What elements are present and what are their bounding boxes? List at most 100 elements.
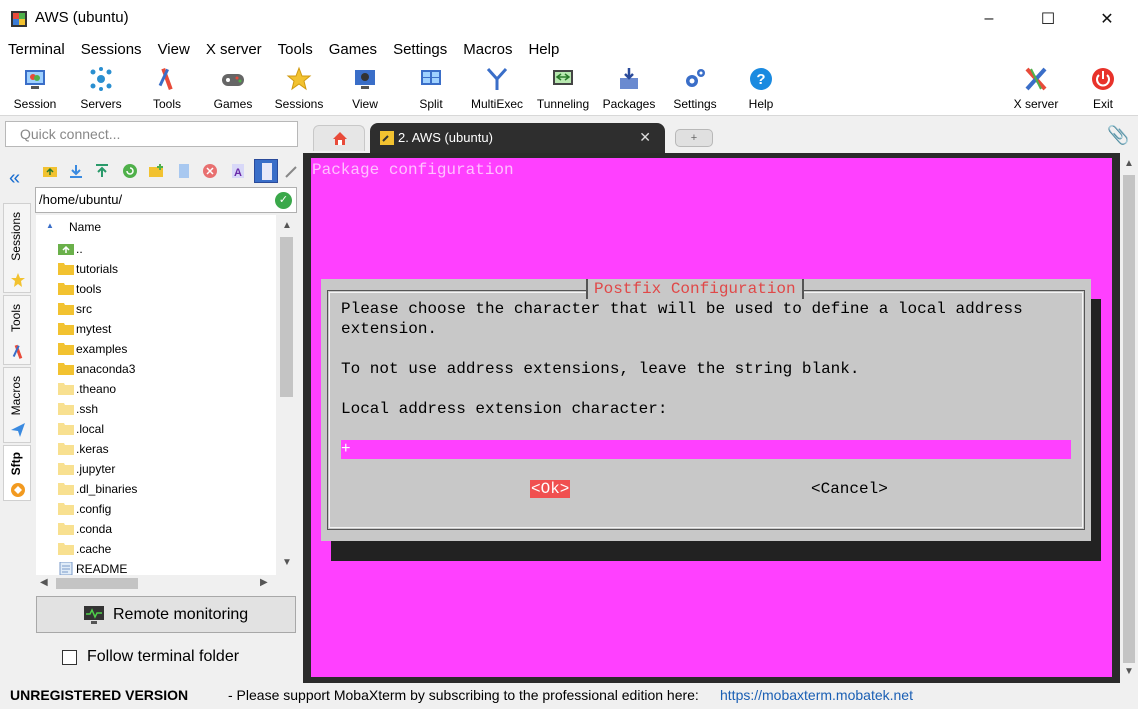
side-tabs: « Sessions Tools Macros Sftp	[0, 153, 34, 683]
tunneling-button[interactable]: Tunneling	[530, 66, 596, 114]
file-row[interactable]: .theano	[36, 379, 276, 399]
file-name: .theano	[76, 382, 117, 396]
refresh-icon[interactable]	[122, 163, 138, 179]
sftp-path-input[interactable]: /home/ubuntu/ ✓	[35, 187, 297, 213]
file-row[interactable]: .conda	[36, 519, 276, 539]
menu-x-server[interactable]: X server	[198, 38, 270, 62]
session-button[interactable]: Session	[2, 66, 68, 114]
terminal-scroll-up-icon[interactable]: ▲	[1124, 158, 1134, 169]
new-folder-icon[interactable]	[148, 163, 164, 179]
menu-macros[interactable]: Macros	[455, 38, 520, 62]
collapse-sidebar-icon[interactable]: «	[9, 167, 20, 190]
edit-wand-icon[interactable]	[284, 163, 300, 179]
file-name: .config	[76, 502, 112, 516]
menu-help[interactable]: Help	[520, 38, 567, 62]
cancel-button[interactable]: <Cancel>	[811, 480, 888, 498]
menu-games[interactable]: Games	[321, 38, 385, 62]
scroll-thumb-horizontal[interactable]	[56, 578, 138, 589]
menu-tools[interactable]: Tools	[270, 38, 321, 62]
split-button[interactable]: Split	[398, 66, 464, 114]
file-row[interactable]: README	[36, 559, 276, 575]
servers-button[interactable]: Servers	[68, 66, 134, 114]
mobaxterm-link[interactable]: https://mobaxterm.mobatek.net	[720, 687, 913, 703]
file-list-vertical-scrollbar[interactable]: ▲ ▼	[277, 215, 296, 575]
scroll-thumb[interactable]	[280, 237, 293, 397]
file-row[interactable]: anaconda3	[36, 359, 276, 379]
minimize-button[interactable]: –	[966, 0, 1012, 38]
dialog-text-line-3: To not use address extensions, leave the…	[341, 360, 860, 378]
side-tab-sessions[interactable]: Sessions	[3, 203, 31, 293]
file-row[interactable]: tools	[36, 279, 276, 299]
terminal-screen[interactable]: Package configuration Postfix Configurat…	[311, 158, 1112, 677]
tab-aws-ubuntu[interactable]: 2. AWS (ubuntu) ✕	[370, 123, 665, 153]
file-row[interactable]: tutorials	[36, 259, 276, 279]
folder-icon	[58, 502, 74, 515]
file-row[interactable]: .local	[36, 419, 276, 439]
menu-sessions[interactable]: Sessions	[73, 38, 150, 62]
side-tab-macros[interactable]: Macros	[3, 367, 31, 443]
packages-button[interactable]: Packages	[596, 66, 662, 114]
tools-button[interactable]: Tools	[134, 66, 200, 114]
file-row[interactable]: .config	[36, 499, 276, 519]
file-list-horizontal-scrollbar[interactable]: ◀ ▶	[36, 575, 276, 592]
download-icon[interactable]	[68, 163, 84, 179]
file-name: src	[76, 302, 92, 316]
file-row[interactable]: .jupyter	[36, 459, 276, 479]
split-label: Split	[419, 97, 443, 111]
folder-icon	[58, 402, 74, 415]
file-row[interactable]: examples	[36, 339, 276, 359]
toggle-hidden-button[interactable]	[254, 159, 278, 183]
follow-terminal-checkbox[interactable]	[62, 650, 77, 665]
help-button[interactable]: ? Help	[728, 66, 794, 114]
terminal-scrollbar[interactable]: ▲ ▼	[1120, 153, 1138, 683]
file-row[interactable]: mytest	[36, 319, 276, 339]
sessions-button[interactable]: Sessions	[266, 66, 332, 114]
scroll-right-icon[interactable]: ▶	[260, 577, 268, 588]
file-name: README	[76, 562, 128, 575]
menu-settings[interactable]: Settings	[385, 38, 455, 62]
view-button[interactable]: View	[332, 66, 398, 114]
column-header-name[interactable]: ▲ Name	[36, 215, 276, 239]
extension-character-input[interactable]: +	[341, 440, 1071, 459]
new-file-icon[interactable]	[176, 163, 192, 179]
side-tab-tools[interactable]: Tools	[3, 295, 31, 365]
scroll-down-icon[interactable]: ▼	[282, 557, 292, 568]
maximize-button[interactable]: ☐	[1025, 0, 1071, 38]
rename-icon[interactable]: A	[230, 163, 246, 179]
multiexec-button[interactable]: MultiExec	[464, 66, 530, 114]
tab-close-icon[interactable]: ✕	[639, 129, 651, 146]
x-server-button[interactable]: X server	[1003, 66, 1069, 114]
terminal-pane[interactable]: Package configuration Postfix Configurat…	[303, 153, 1120, 683]
file-name: .conda	[76, 522, 113, 536]
new-tab-button[interactable]: +	[675, 129, 713, 147]
exit-button[interactable]: Exit	[1070, 66, 1136, 114]
folder-icon	[58, 422, 74, 435]
parent-folder-icon[interactable]	[42, 163, 58, 179]
settings-button[interactable]: Settings	[662, 66, 728, 114]
ok-button[interactable]: <Ok>	[530, 480, 571, 498]
scroll-up-icon[interactable]: ▲	[282, 220, 292, 231]
file-row[interactable]: ..	[36, 239, 276, 259]
side-tab-sftp[interactable]: Sftp	[3, 445, 31, 501]
paperclip-icon[interactable]: 📎	[1107, 125, 1129, 146]
file-row[interactable]: .ssh	[36, 399, 276, 419]
file-row[interactable]: .cache	[36, 539, 276, 559]
upload-icon[interactable]	[94, 163, 110, 179]
scroll-left-icon[interactable]: ◀	[40, 577, 48, 588]
file-row[interactable]: .keras	[36, 439, 276, 459]
menu-view[interactable]: View	[150, 38, 198, 62]
path-ok-icon[interactable]: ✓	[275, 192, 292, 209]
home-tab[interactable]	[313, 125, 365, 151]
file-row[interactable]: .dl_binaries	[36, 479, 276, 499]
close-window-button[interactable]: ✕	[1084, 0, 1130, 38]
delete-icon[interactable]	[202, 163, 218, 179]
terminal-scroll-thumb[interactable]	[1123, 175, 1135, 663]
terminal-scroll-down-icon[interactable]: ▼	[1124, 666, 1134, 677]
document-icon	[262, 163, 272, 180]
games-button[interactable]: Games	[200, 66, 266, 114]
remote-monitoring-button[interactable]: Remote monitoring	[36, 596, 296, 633]
menu-terminal[interactable]: Terminal	[0, 38, 73, 62]
file-row[interactable]: src	[36, 299, 276, 319]
quick-connect-input[interactable]: Quick connect...	[5, 121, 298, 147]
folder-icon	[58, 302, 74, 315]
